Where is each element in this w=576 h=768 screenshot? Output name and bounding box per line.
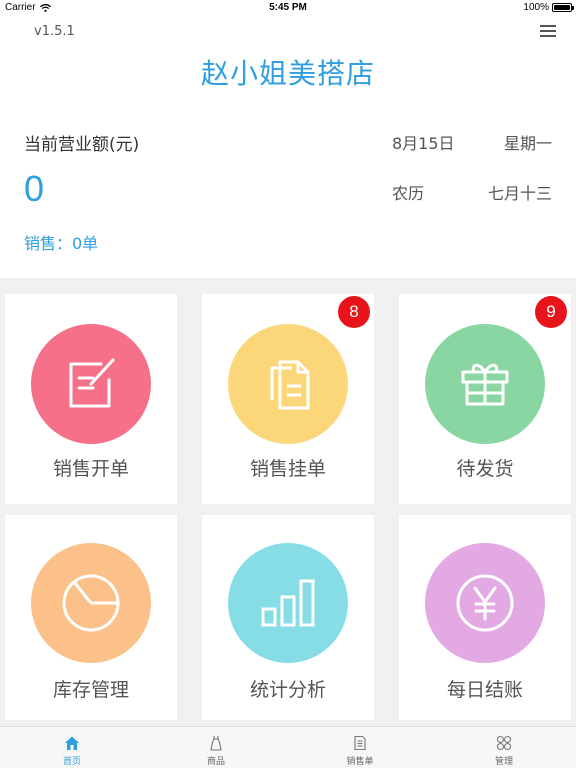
- status-bar: Carrier 5:45 PM 100%: [0, 0, 576, 16]
- tile-label: 统计分析: [249, 679, 326, 701]
- yen-icon: [456, 574, 514, 632]
- revenue-label: 当前营业额(元): [24, 135, 140, 155]
- date-label: 8月15日: [392, 134, 455, 153]
- pending-count-badge: 8: [338, 296, 370, 328]
- tile-label: 销售挂单: [249, 458, 326, 480]
- tab-bar: 首页 商品 销售单 管理: [0, 726, 576, 768]
- tab-label: 商品: [206, 757, 225, 767]
- battery-icon: [552, 3, 574, 12]
- tile-label: 待发货: [456, 458, 514, 480]
- tile-daily-checkout[interactable]: 每日结账: [399, 515, 571, 720]
- gift-icon: [461, 363, 509, 406]
- tab-label: 销售单: [346, 757, 374, 767]
- tile-icon-circle: [228, 324, 348, 444]
- tab-management[interactable]: 管理: [432, 727, 576, 768]
- tab-home[interactable]: 首页: [0, 727, 144, 768]
- tab-label: 管理: [494, 757, 513, 767]
- documents-icon: [270, 360, 310, 410]
- tile-label: 每日结账: [446, 679, 523, 701]
- tab-products[interactable]: 商品: [144, 727, 288, 768]
- home-icon: [62, 733, 82, 753]
- tile-pending-sales[interactable]: 销售挂单 8: [202, 294, 374, 504]
- menu-icon-line: [540, 30, 556, 32]
- bar-chart-icon: [261, 579, 315, 627]
- menu-button[interactable]: [540, 24, 558, 40]
- tile-icon-circle: [31, 543, 151, 663]
- dress-icon: [206, 733, 226, 753]
- tile-to-ship[interactable]: 待发货 9: [399, 294, 571, 504]
- to-ship-count-badge: 9: [535, 296, 567, 328]
- clock: 5:45 PM: [269, 2, 307, 13]
- tile-new-sale[interactable]: 销售开单: [5, 294, 177, 504]
- tile-icon-circle: [31, 324, 151, 444]
- tile-icon-circle: [228, 543, 348, 663]
- menu-icon-line: [540, 25, 556, 27]
- tile-label: 库存管理: [52, 679, 129, 701]
- weekday-label: 星期一: [503, 134, 552, 153]
- tile-label: 销售开单: [52, 458, 129, 480]
- pie-chart-icon: [62, 574, 120, 632]
- receipt-icon: [350, 733, 370, 753]
- version-label: v1.5.1: [34, 24, 75, 39]
- battery-percent: 100%: [523, 2, 549, 13]
- tile-inventory[interactable]: 库存管理: [5, 515, 177, 720]
- edit-icon: [69, 358, 115, 408]
- tile-icon-circle: [425, 543, 545, 663]
- revenue-value: 0: [24, 168, 45, 209]
- tile-icon-circle: [425, 324, 545, 444]
- tab-label: 首页: [62, 757, 81, 767]
- grid-icon: [494, 733, 514, 753]
- lunar-label: 农历: [392, 184, 425, 203]
- tab-sales-orders[interactable]: 销售单: [288, 727, 432, 768]
- lunar-date: 七月十三: [487, 184, 552, 203]
- store-name: 赵小姐美搭店: [200, 57, 375, 90]
- sales-count: 销售：0单: [24, 234, 99, 253]
- menu-icon-line: [540, 35, 556, 37]
- tile-statistics[interactable]: 统计分析: [202, 515, 374, 720]
- battery-group: 100%: [523, 2, 574, 13]
- header-panel: v1.5.1 赵小姐美搭店 当前营业额(元) 0 销售：0单 8月15日 星期一…: [0, 16, 576, 278]
